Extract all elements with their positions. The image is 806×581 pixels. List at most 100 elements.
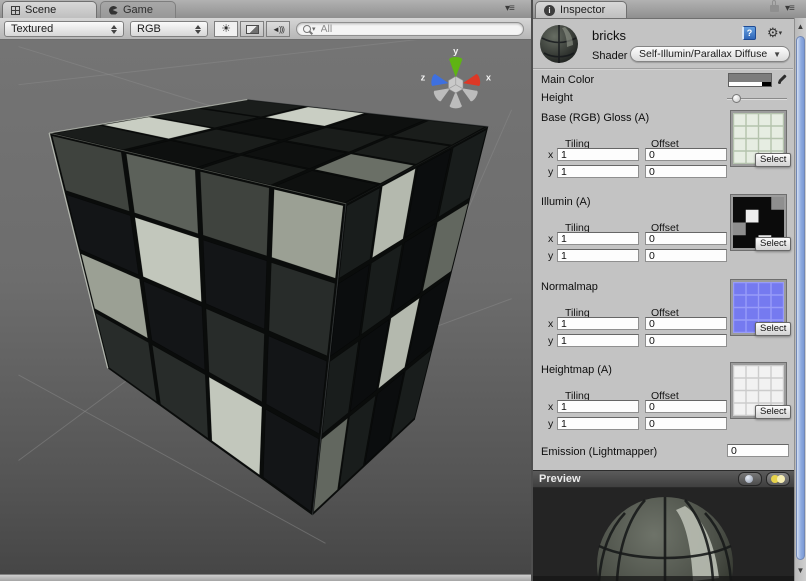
inspector-tabstrip: i Inspector ▾≡ [533, 0, 806, 19]
tiling-x-field[interactable] [557, 317, 639, 330]
gizmo-axis-z-label[interactable]: z [421, 72, 426, 82]
alpha-bar [729, 82, 771, 86]
header-separator [533, 68, 793, 69]
axis-row-label: x [548, 149, 553, 161]
offset-y-field[interactable] [645, 417, 727, 430]
game-icon [109, 6, 118, 15]
scene-viewport[interactable]: y x z [0, 40, 531, 574]
tab-inspector[interactable]: i Inspector [535, 1, 627, 18]
color-mode-dropdown[interactable]: RGB [130, 21, 208, 37]
height-label: Height [541, 92, 573, 104]
axis-row-label: y [548, 250, 553, 262]
preview-sphere-render [533, 488, 794, 581]
offset-y-field[interactable] [645, 249, 727, 262]
lock-icon[interactable] [770, 5, 779, 12]
scene-panel-menu-icon[interactable]: ▾≡ [505, 3, 514, 14]
tiling-x-field[interactable] [557, 232, 639, 245]
inspector-panel-menu-icon[interactable]: ▾≡ [785, 3, 794, 14]
tab-scene-label: Scene [25, 4, 56, 16]
scene-toolbar: Textured RGB ☀ ◄))) ▾ [0, 18, 531, 40]
slider-knob[interactable] [732, 94, 741, 103]
preview-lighting-toggle-button[interactable] [766, 472, 790, 486]
main-color-swatch[interactable] [728, 73, 772, 87]
scene-search-field[interactable]: ▾ [296, 22, 524, 36]
select-button[interactable]: Select [755, 405, 791, 419]
offset-y-field[interactable] [645, 165, 727, 178]
axis-row-label: x [548, 401, 553, 413]
shader-label: Shader [592, 50, 627, 62]
search-icon [303, 25, 311, 33]
tab-inspector-label: Inspector [560, 4, 605, 16]
tab-game[interactable]: Game [100, 1, 176, 18]
select-button[interactable]: Select [755, 322, 791, 336]
section-label: Heightmap (A) [541, 364, 612, 376]
scene-tabstrip: Scene Game ▾≡ [0, 0, 531, 19]
dropdown-arrows-icon [189, 25, 201, 34]
search-filter-caret-icon: ▾ [312, 25, 316, 33]
tiling-x-field[interactable] [557, 400, 639, 413]
tab-scene[interactable]: Scene [2, 1, 97, 18]
axis-row-label: x [548, 233, 553, 245]
offset-y-field[interactable] [645, 334, 727, 347]
color-mode-value: RGB [137, 23, 161, 35]
image-icon [246, 25, 259, 34]
material-ball-thumbnail [539, 24, 579, 64]
tiling-y-field[interactable] [557, 165, 639, 178]
tiling-y-field[interactable] [557, 417, 639, 430]
offset-x-field[interactable] [645, 400, 727, 413]
chevron-down-icon: ▼ [773, 50, 781, 59]
tiling-y-field[interactable] [557, 334, 639, 347]
scrollbar-thumb[interactable] [796, 36, 805, 560]
sphere-icon [745, 475, 753, 483]
offset-x-field[interactable] [645, 232, 727, 245]
offset-x-field[interactable] [645, 148, 727, 161]
section-label: Normalmap [541, 281, 598, 293]
info-icon: i [544, 5, 555, 16]
light-on-icon [777, 475, 785, 483]
scene-3d-render: y x z [0, 40, 531, 574]
shader-value: Self-Illumin/Parallax Diffuse [639, 48, 767, 60]
help-book-icon[interactable]: ? [742, 26, 756, 40]
preview-header[interactable]: Preview [533, 470, 794, 488]
eyedropper-icon[interactable] [777, 73, 789, 86]
inspector-panel: i Inspector ▾≡ bricks Shader Self-Illumi… [533, 0, 806, 581]
height-slider[interactable] [727, 92, 787, 105]
preview-sphere-toggle-button[interactable] [738, 472, 762, 486]
scene-bottom-strip [0, 574, 531, 581]
search-input[interactable] [319, 22, 493, 36]
select-button[interactable]: Select [755, 153, 791, 167]
main-color-fill [729, 74, 771, 82]
dropdown-arrows-icon [105, 25, 117, 34]
select-button[interactable]: Select [755, 237, 791, 251]
material-preview-area[interactable] [533, 488, 794, 581]
tiling-x-field[interactable] [557, 148, 639, 161]
emission-label: Emission (Lightmapper) [541, 446, 657, 458]
scroll-down-icon[interactable]: ▼ [795, 566, 806, 575]
offset-x-field[interactable] [645, 317, 727, 330]
main-color-label: Main Color [541, 74, 594, 86]
skybox-toggle-button[interactable] [240, 21, 264, 37]
preview-label: Preview [533, 473, 581, 485]
unity-editor-window: Scene Game ▾≡ Textured RGB ☀ ◄))) ▾ [0, 0, 806, 581]
sun-icon: ☀ [221, 24, 231, 34]
audio-toggle-button[interactable]: ◄))) [266, 21, 290, 37]
scene-grid-icon [11, 6, 20, 15]
scroll-up-icon[interactable]: ▲ [795, 22, 806, 31]
tiling-y-field[interactable] [557, 249, 639, 262]
shader-dropdown[interactable]: Self-Illumin/Parallax Diffuse ▼ [630, 46, 790, 62]
gizmo-axis-y-label[interactable]: y [453, 46, 459, 56]
axis-row-label: y [548, 166, 553, 178]
draw-mode-dropdown[interactable]: Textured [4, 21, 124, 37]
tab-game-label: Game [123, 4, 153, 16]
lighting-toggle-button[interactable]: ☀ [214, 21, 238, 37]
draw-mode-value: Textured [11, 23, 53, 35]
section-label: Base (RGB) Gloss (A) [541, 112, 649, 124]
emission-field[interactable] [727, 444, 789, 457]
gizmo-axis-x-label[interactable]: x [486, 72, 492, 82]
gear-icon[interactable]: ⚙▾ [767, 26, 782, 40]
inspector-scrollbar[interactable]: ▲ ▼ [794, 18, 806, 581]
material-name: bricks [592, 28, 626, 43]
axis-row-label: y [548, 418, 553, 430]
speaker-icon: ◄))) [272, 25, 284, 34]
axis-row-label: x [548, 318, 553, 330]
